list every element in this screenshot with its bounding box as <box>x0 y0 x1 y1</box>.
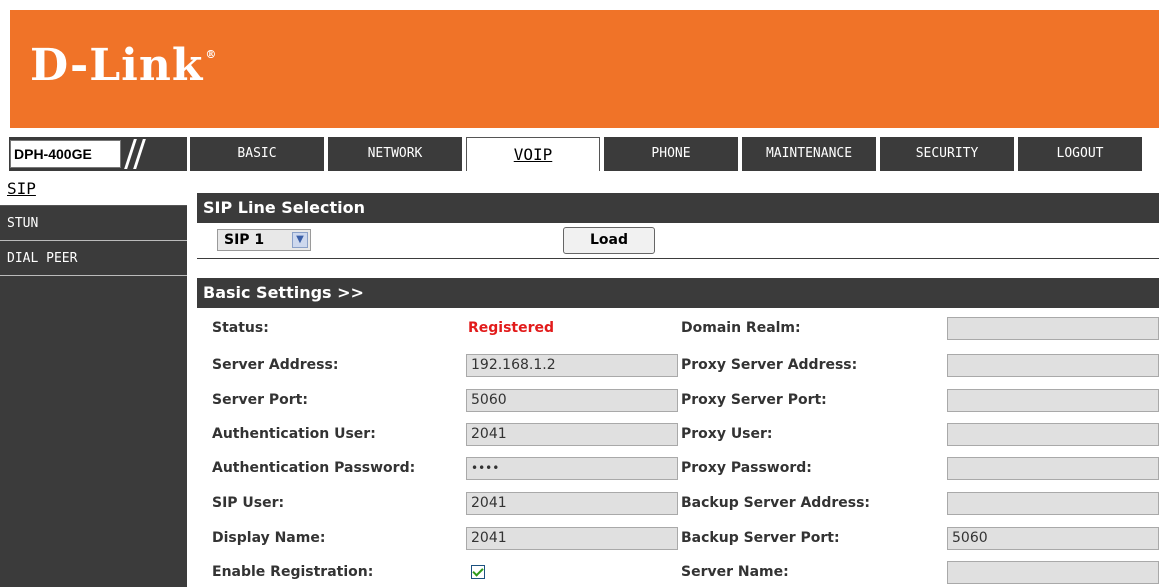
form-row-auth-password: Authentication Password: •••• Proxy Pass… <box>197 454 1159 484</box>
enable-registration-label: Enable Registration: <box>212 564 374 580</box>
basic-settings-header[interactable]: Basic Settings >> <box>197 278 1159 308</box>
sidebar-item-sip[interactable]: SIP <box>0 171 187 206</box>
server-name-field[interactable] <box>947 561 1159 584</box>
proxy-user-label: Proxy User: <box>681 426 773 442</box>
server-address-label: Server Address: <box>212 357 339 373</box>
server-name-label: Server Name: <box>681 564 789 580</box>
proxy-server-port-label: Proxy Server Port: <box>681 392 827 408</box>
auth-password-label: Authentication Password: <box>212 460 416 476</box>
sip-line-select[interactable]: SIP 1 ▼ <box>217 229 311 251</box>
chevron-down-icon[interactable]: ▼ <box>292 232 308 248</box>
status-value: Registered <box>468 320 555 336</box>
model-box: DPH-400GE <box>9 137 187 171</box>
tab-voip[interactable]: VOIP <box>466 137 600 171</box>
sip-line-select-value: SIP 1 <box>224 232 265 248</box>
registered-mark: ® <box>205 48 218 61</box>
domain-realm-label: Domain Realm: <box>681 320 801 336</box>
server-port-field[interactable]: 5060 <box>466 389 678 412</box>
form-row-auth-user: Authentication User: 2041 Proxy User: <box>197 420 1159 450</box>
backup-server-address-field[interactable] <box>947 492 1159 515</box>
form-row-server-address: Server Address: 192.168.1.2 Proxy Server… <box>197 351 1159 381</box>
line-selection-row: SIP 1 ▼ Load <box>197 225 1159 259</box>
form-row-sip-user: SIP User: 2041 Backup Server Address: <box>197 489 1159 519</box>
backup-server-address-label: Backup Server Address: <box>681 495 871 511</box>
line-selection-header: SIP Line Selection <box>197 193 1159 223</box>
load-button[interactable]: Load <box>563 227 655 254</box>
proxy-password-field[interactable] <box>947 457 1159 480</box>
proxy-server-port-field[interactable] <box>947 389 1159 412</box>
sidebar-item-stun[interactable]: STUN <box>0 206 187 241</box>
header-banner: D-Link ® <box>10 10 1159 128</box>
tab-maintenance[interactable]: MAINTENANCE <box>742 137 876 171</box>
display-name-field[interactable]: 2041 <box>466 527 678 550</box>
sip-user-label: SIP User: <box>212 495 285 511</box>
tab-logout[interactable]: LOGOUT <box>1018 137 1142 171</box>
domain-realm-field[interactable] <box>947 317 1159 340</box>
status-label: Status: <box>212 320 269 336</box>
top-nav: BASIC NETWORK VOIP PHONE MAINTENANCE SEC… <box>190 137 1159 171</box>
auth-user-field[interactable]: 2041 <box>466 423 678 446</box>
logo-text: D-Link <box>30 40 204 91</box>
tab-basic[interactable]: BASIC <box>190 137 324 171</box>
proxy-user-field[interactable] <box>947 423 1159 446</box>
display-name-label: Display Name: <box>212 530 326 546</box>
auth-user-label: Authentication User: <box>212 426 376 442</box>
proxy-server-address-field[interactable] <box>947 354 1159 377</box>
dlink-logo: D-Link ® <box>30 40 217 91</box>
server-port-label: Server Port: <box>212 392 308 408</box>
backup-server-port-label: Backup Server Port: <box>681 530 840 546</box>
form-row-display-name: Display Name: 2041 Backup Server Port: 5… <box>197 524 1159 554</box>
tab-phone[interactable]: PHONE <box>604 137 738 171</box>
proxy-server-address-label: Proxy Server Address: <box>681 357 858 373</box>
tab-network[interactable]: NETWORK <box>328 137 462 171</box>
sidebar-item-dial-peer[interactable]: DIAL PEER <box>0 241 187 276</box>
server-address-field[interactable]: 192.168.1.2 <box>466 354 678 377</box>
proxy-password-label: Proxy Password: <box>681 460 812 476</box>
backup-server-port-field[interactable]: 5060 <box>947 527 1159 550</box>
enable-registration-checkbox[interactable] <box>471 565 485 579</box>
form-row-server-port: Server Port: 5060 Proxy Server Port: <box>197 386 1159 416</box>
form-row-enable-registration: Enable Registration: Server Name: <box>197 558 1159 588</box>
sidebar: SIP STUN DIAL PEER <box>0 171 187 587</box>
sip-user-field[interactable]: 2041 <box>466 492 678 515</box>
tab-security[interactable]: SECURITY <box>880 137 1014 171</box>
form-row-status: Status: Registered Domain Realm: <box>197 314 1159 344</box>
auth-password-field[interactable]: •••• <box>466 457 678 480</box>
model-label: DPH-400GE <box>10 140 121 168</box>
